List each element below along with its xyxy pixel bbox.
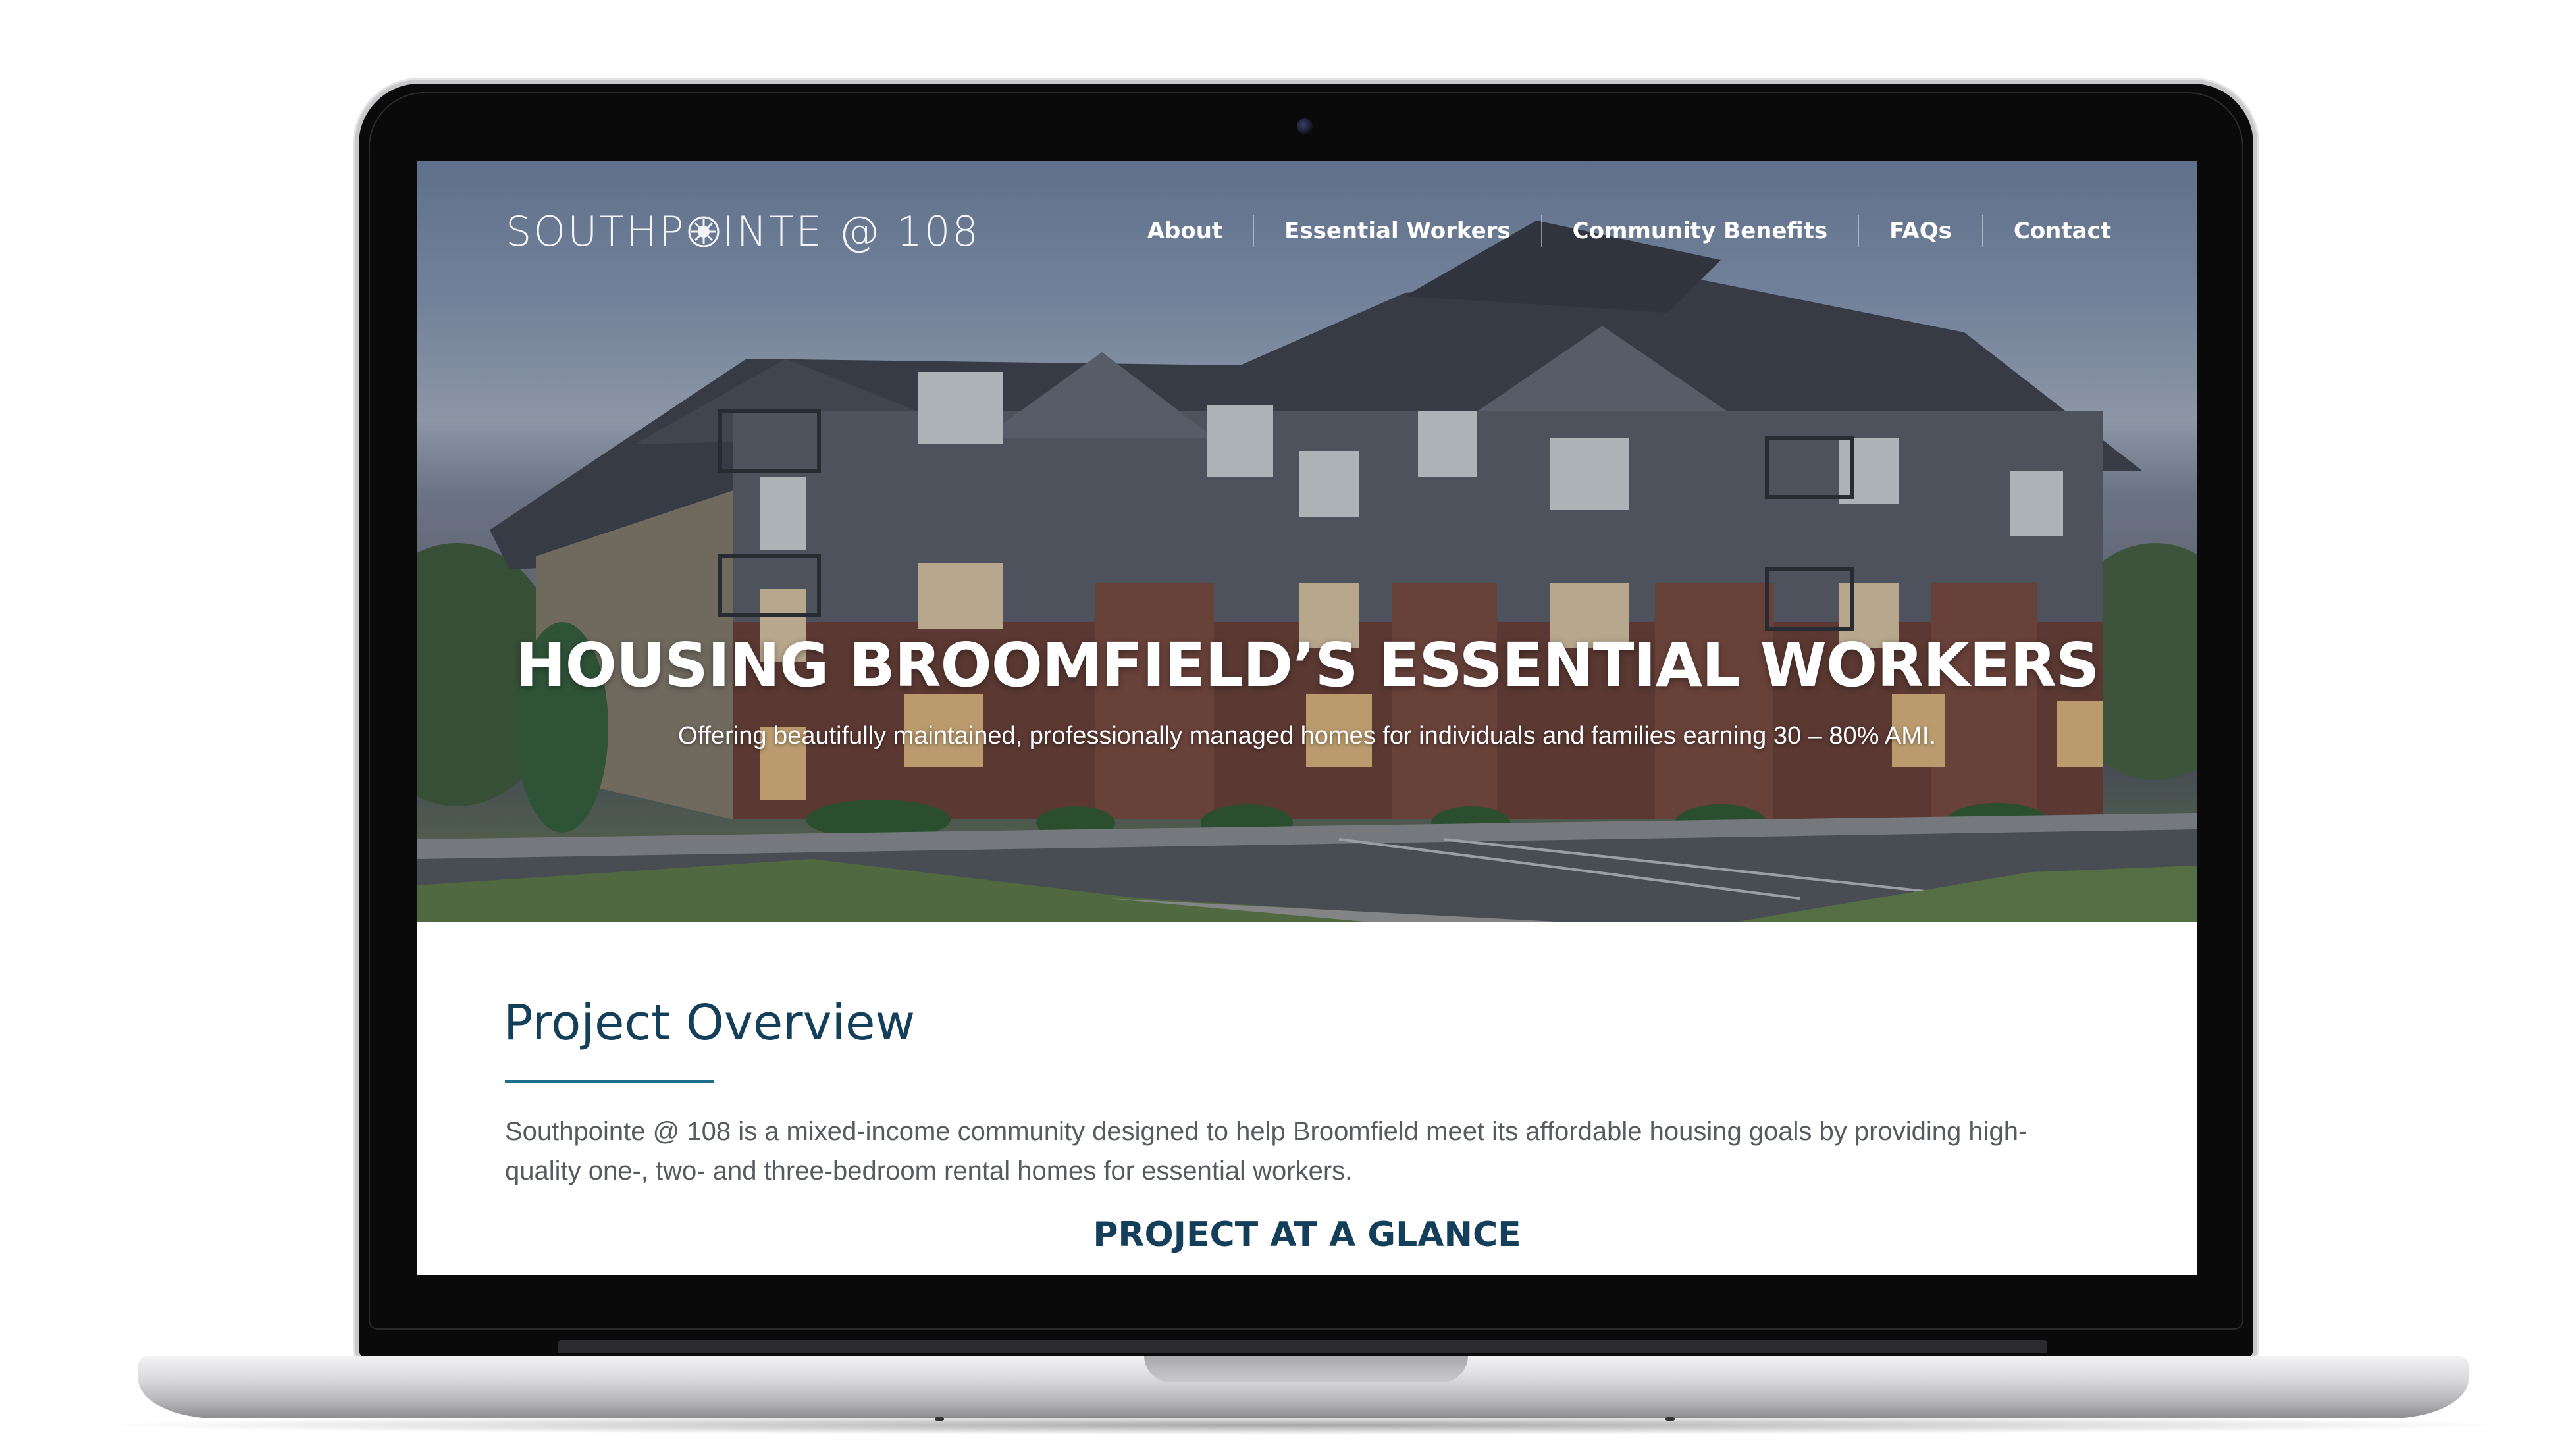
logo-text-left: SOUTHP — [506, 207, 686, 255]
laptop-foot — [935, 1417, 944, 1421]
logo-text-right: INTE @ 108 — [722, 207, 980, 255]
nav-about[interactable]: About — [1117, 218, 1253, 244]
laptop-hinge — [558, 1340, 2047, 1353]
laptop-shadow — [79, 1415, 2528, 1435]
hero-subtitle: Offering beautifully maintained, profess… — [678, 722, 1936, 750]
laptop-base-notch — [1144, 1356, 1468, 1382]
hero-title: HOUSING BROOMFIELD’S ESSENTIAL WORKERS — [515, 630, 2100, 700]
section-heading: Project Overview — [504, 995, 916, 1051]
main-nav: About Essential Workers Community Benefi… — [1117, 213, 2111, 249]
nav-contact[interactable]: Contact — [1983, 218, 2111, 244]
website-screen: SOUTHP INTE @ 108 About Essential Worker… — [417, 161, 2197, 1275]
site-header: SOUTHP INTE @ 108 About Essential Worker… — [417, 161, 2197, 306]
site-logo[interactable]: SOUTHP INTE @ 108 — [506, 205, 980, 257]
hero-section: SOUTHP INTE @ 108 About Essential Worker… — [417, 161, 2197, 922]
webcam-icon — [1297, 118, 1313, 134]
nav-essential-workers[interactable]: Essential Workers — [1254, 218, 1541, 244]
laptop-foot — [1665, 1417, 1675, 1421]
nav-community-benefits[interactable]: Community Benefits — [1542, 218, 1858, 244]
nav-faqs[interactable]: FAQs — [1859, 218, 1982, 244]
compass-rose-icon — [688, 216, 720, 247]
glance-heading: PROJECT AT A GLANCE — [1093, 1215, 1521, 1255]
project-overview-section: Project Overview Southpointe @ 108 is a … — [417, 922, 2197, 1275]
overview-paragraph: Southpointe @ 108 is a mixed-income comm… — [505, 1117, 2028, 1185]
heading-underline — [505, 1080, 714, 1083]
